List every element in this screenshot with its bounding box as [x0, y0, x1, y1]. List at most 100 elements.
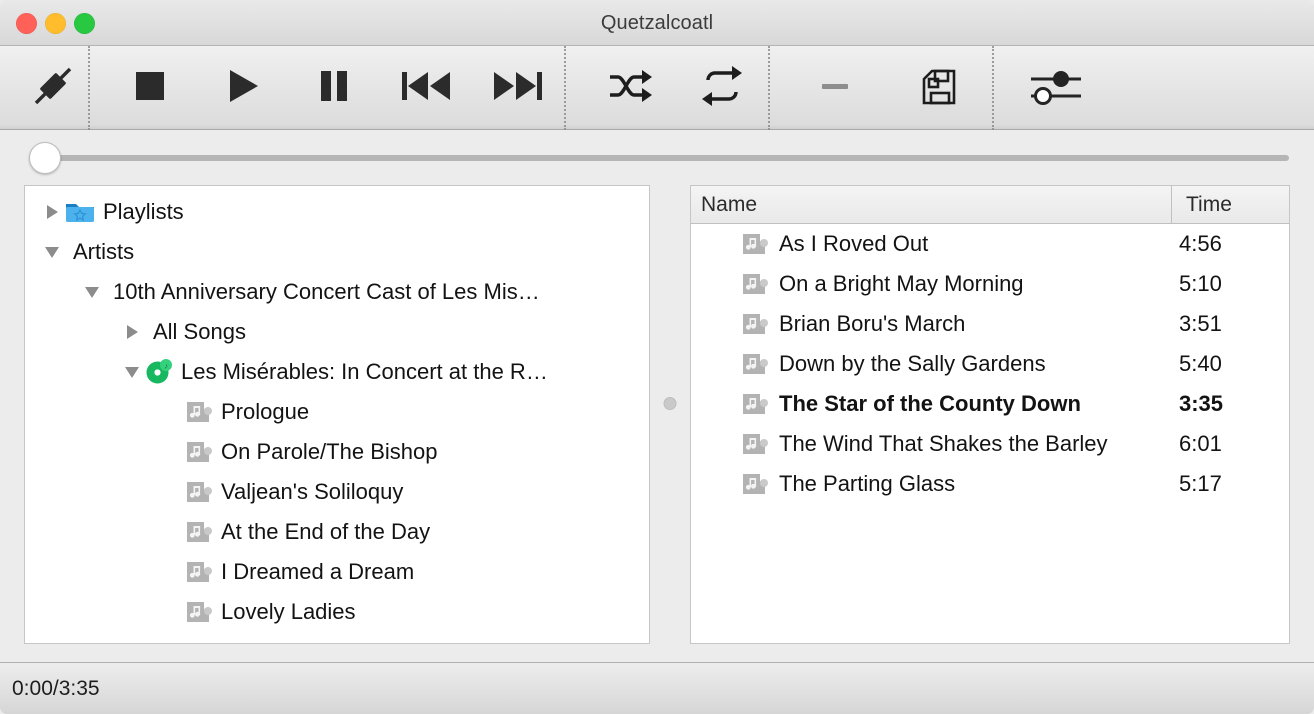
- toolbar-separator-1: [88, 45, 90, 130]
- track-name-cell: As I Roved Out: [691, 231, 1171, 257]
- disclosure-triangle-open[interactable]: [39, 239, 65, 265]
- seek-slider-knob[interactable]: [29, 141, 61, 174]
- track-name-cell: The Wind That Shakes the Barley: [691, 431, 1171, 457]
- music-file-icon: [185, 440, 213, 464]
- disclosure-triangle-open[interactable]: [119, 359, 145, 385]
- track-duration: 3:35: [1179, 391, 1224, 416]
- track-duration: 3:51: [1179, 311, 1222, 336]
- track-row[interactable]: On a Bright May Morning 5:10: [691, 264, 1289, 304]
- tree-item-label: Valjean's Soliloquy: [221, 479, 404, 504]
- toolbar-separator-3: [768, 45, 770, 130]
- track-title: The Wind That Shakes the Barley: [779, 431, 1108, 456]
- pause-button[interactable]: [288, 46, 380, 130]
- track-duration: 5:40: [1179, 351, 1222, 376]
- track-title: As I Roved Out: [779, 231, 929, 256]
- tree-item-label: Lovely Ladies: [221, 599, 356, 624]
- svg-text:♪: ♪: [164, 362, 168, 371]
- tracklist-body: As I Roved Out 4:56 On a Bright May Mornin…: [691, 224, 1289, 504]
- tree-item[interactable]: Valjean's Soliloquy: [25, 472, 649, 512]
- music-file-icon: [741, 352, 769, 376]
- track-row[interactable]: The Wind That Shakes the Barley 6:01: [691, 424, 1289, 464]
- tree-item[interactable]: ♪ Les Misérables: In Concert at the R…: [25, 352, 649, 392]
- pane-splitter[interactable]: [650, 185, 690, 644]
- play-button[interactable]: [196, 46, 288, 130]
- seek-slider[interactable]: [0, 130, 1314, 185]
- previous-track-button[interactable]: [380, 46, 472, 130]
- music-file-icon: [741, 232, 769, 256]
- eject-plug-icon: [29, 62, 77, 113]
- tree-item-label: At the End of the Day: [221, 519, 431, 544]
- track-title: Brian Boru's March: [779, 311, 966, 336]
- tree-item[interactable]: I Dreamed a Dream: [25, 552, 649, 592]
- tree-item-label: Playlists: [103, 199, 184, 224]
- repeat-icon: [698, 64, 746, 111]
- disclosure-triangle-closed[interactable]: [119, 319, 145, 345]
- equalizer-sliders-icon: [1027, 66, 1085, 109]
- save-button[interactable]: [886, 46, 992, 130]
- track-name-cell: The Star of the County Down: [691, 391, 1171, 417]
- toolbar-separator-4: [992, 45, 994, 130]
- track-duration: 5:10: [1179, 271, 1222, 296]
- track-name-cell: Brian Boru's March: [691, 311, 1171, 337]
- track-title: Down by the Sally Gardens: [779, 351, 1046, 376]
- disclosure-triangle-open[interactable]: [79, 279, 105, 305]
- remove-button[interactable]: [784, 46, 886, 130]
- music-file-icon: [741, 472, 769, 496]
- toolbar-group-library: [770, 46, 992, 130]
- pane-bottom-gap: [0, 644, 1314, 662]
- music-file-icon: [185, 520, 213, 544]
- tree-item[interactable]: At the End of the Day: [25, 512, 649, 552]
- application-window: Quetzalcoatl Playlists Artists 10th Anni…: [0, 0, 1314, 714]
- tracklist-header: Name Time: [691, 186, 1289, 224]
- window-title: Quetzalcoatl: [600, 11, 714, 34]
- shuffle-button[interactable]: [584, 46, 676, 130]
- music-file-icon: [741, 272, 769, 296]
- track-name-cell: Down by the Sally Gardens: [691, 351, 1171, 377]
- track-row[interactable]: The Star of the County Down 3:35: [691, 384, 1289, 424]
- toolbar-separator-2: [564, 45, 566, 130]
- disclosure-triangle-closed[interactable]: [39, 199, 65, 225]
- toolbar-group-settings: [994, 46, 1104, 130]
- track-row[interactable]: As I Roved Out 4:56: [691, 224, 1289, 264]
- tree-item[interactable]: On Parole/The Bishop: [25, 432, 649, 472]
- tree-item[interactable]: 10th Anniversary Concert Cast of Les Mis…: [25, 272, 649, 312]
- stop-icon: [127, 63, 173, 112]
- next-track-icon: [490, 63, 546, 112]
- tree-item[interactable]: All Songs: [25, 312, 649, 352]
- playback-time-display: 0:00/3:35: [12, 676, 100, 700]
- eject-plug-button[interactable]: [18, 46, 88, 130]
- track-row[interactable]: The Parting Glass 5:17: [691, 464, 1289, 504]
- settings-button[interactable]: [1008, 46, 1104, 130]
- track-row[interactable]: Down by the Sally Gardens 5:40: [691, 344, 1289, 384]
- tree-item-label: On Parole/The Bishop: [221, 439, 438, 464]
- next-track-button[interactable]: [472, 46, 564, 130]
- splitter-handle[interactable]: [663, 397, 677, 410]
- tree-item[interactable]: Artists: [25, 232, 649, 272]
- status-bar: 0:00/3:35: [0, 662, 1314, 714]
- repeat-button[interactable]: [676, 46, 768, 130]
- tree-item-label: Artists: [73, 239, 135, 264]
- track-name-cell: On a Bright May Morning: [691, 271, 1171, 297]
- stop-button[interactable]: [104, 46, 196, 130]
- floppy-disk-icon: [915, 62, 963, 113]
- track-name-cell: The Parting Glass: [691, 471, 1171, 497]
- column-header-time[interactable]: Time: [1171, 186, 1289, 224]
- track-row[interactable]: Brian Boru's March 3:51: [691, 304, 1289, 344]
- tree-item[interactable]: Playlists: [25, 192, 649, 232]
- track-duration: 6:01: [1179, 431, 1222, 456]
- library-tree-pane: Playlists Artists 10th Anniversary Concert…: [24, 185, 650, 644]
- music-file-icon: [741, 392, 769, 416]
- music-file-icon: [185, 400, 213, 424]
- tree-item-label: I Dreamed a Dream: [221, 559, 415, 584]
- toolbar-group-mode: [566, 46, 768, 130]
- column-header-name[interactable]: Name: [691, 193, 1171, 217]
- track-duration: 5:17: [1179, 471, 1222, 496]
- tree-item[interactable]: Lovely Ladies: [25, 592, 649, 632]
- tree-item[interactable]: Prologue: [25, 392, 649, 432]
- toolbar: [0, 45, 1314, 130]
- tree-item-label: All Songs: [153, 319, 246, 344]
- seek-slider-track[interactable]: [45, 154, 1289, 161]
